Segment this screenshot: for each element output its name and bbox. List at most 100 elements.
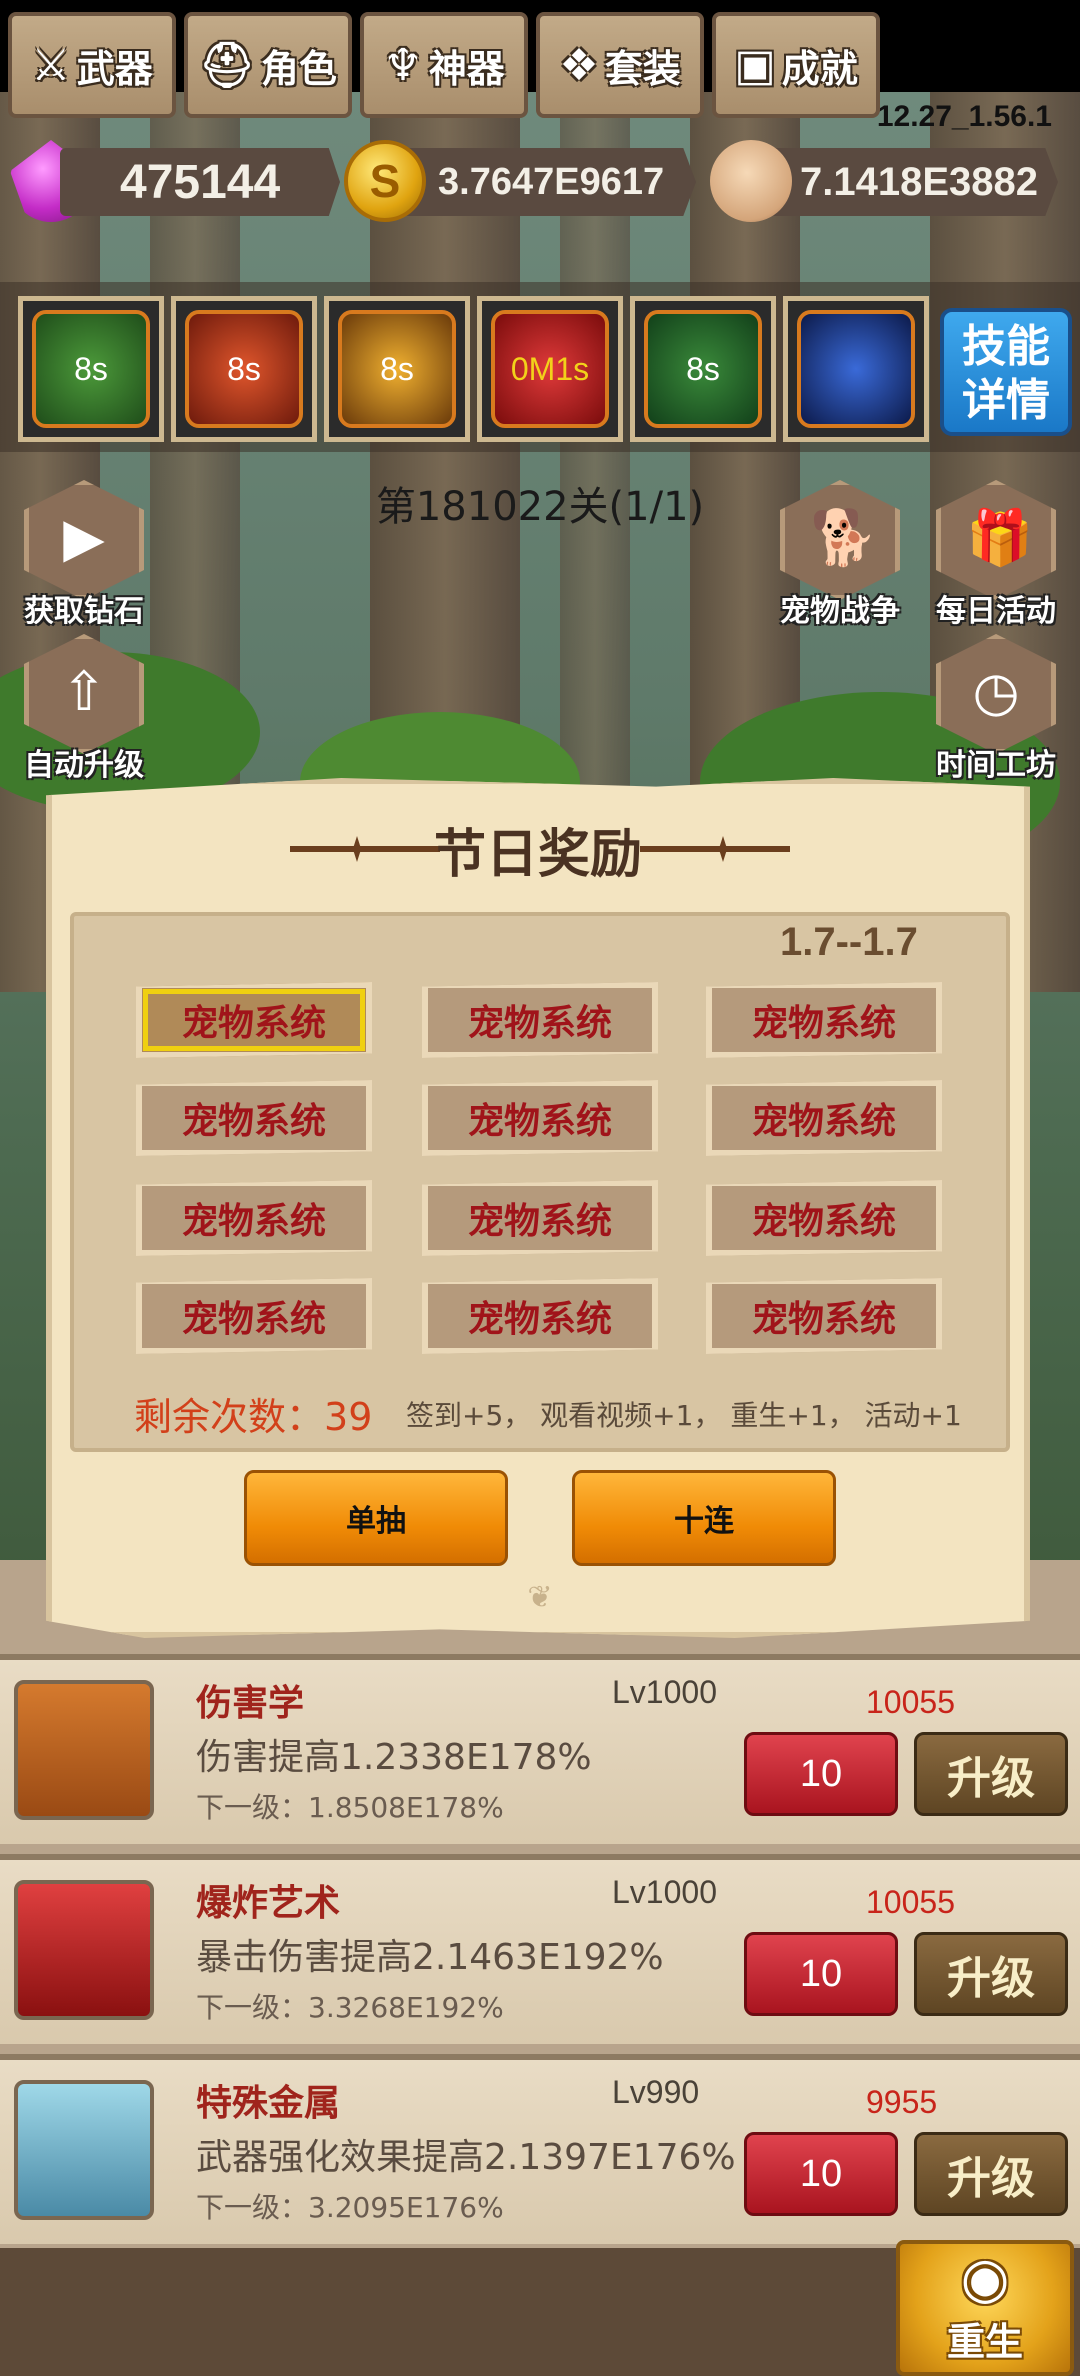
version-label: 12.27_1.56.1	[876, 100, 1052, 133]
skill-details-label: 技能 详情	[962, 321, 1050, 426]
nav-sets[interactable]: ❖ 套装	[536, 12, 704, 118]
upgrade-level: Lv990	[612, 2074, 700, 2110]
auto-upgrade-button[interactable]: ⇧ 自动升级	[14, 634, 154, 784]
reward-cell[interactable]: 宠物系统	[422, 982, 658, 1058]
skill-slot-1[interactable]: 8s	[18, 296, 164, 442]
reward-cell[interactable]: 宠物系统	[706, 982, 942, 1058]
upgrade-button[interactable]: 升级	[914, 2132, 1068, 2216]
skill-4-icon: 0M1s	[491, 310, 609, 428]
reward-cell[interactable]: 宠物系统	[422, 1080, 658, 1156]
skull-value: 7.1418E3882	[800, 159, 1039, 204]
upgrade-level: Lv1000	[612, 1674, 717, 1710]
upgrade-description: 伤害提高1.2338E178%	[196, 1737, 592, 1778]
scroll-icon: ▣	[734, 39, 776, 91]
diamond-value: 475144	[120, 155, 281, 209]
remaining-label: 剩余次数：	[134, 1395, 325, 1439]
reward-cell[interactable]: 宠物系统	[136, 1180, 372, 1256]
upgrade-next-level: 下一级：1.8508E178%	[196, 1791, 504, 1824]
skill-1-icon: 8s	[32, 310, 150, 428]
clock-icon: ◷	[972, 660, 1020, 723]
gift-icon: 🎁	[966, 506, 1034, 569]
daily-activity-label: 每日活动	[936, 594, 1056, 629]
dialog-title: 节日奖励	[433, 825, 642, 885]
reward-cell[interactable]: 宠物系统	[136, 982, 372, 1058]
skill-5-icon: 8s	[644, 310, 762, 428]
upgrade-count-button[interactable]: 10	[744, 1932, 898, 2016]
skill-3-cooldown: 8s	[380, 350, 414, 387]
skill-5-cooldown: 8s	[686, 350, 720, 387]
nav-character[interactable]: ⛑ 角色	[184, 12, 352, 118]
stage-label: 第181022关(1/1)	[375, 484, 705, 530]
game-screen: 12.27_1.56.1 475144 3.7647E9617 S 7.1418…	[0, 0, 1080, 2376]
single-draw-button[interactable]: 单抽	[244, 1470, 508, 1566]
upgrade-item-explosion: 爆炸艺术 Lv1000 暴击伤害提高2.1463E192% 下一级：3.3268…	[0, 1854, 1080, 2044]
nav-weapons[interactable]: ⚔ 武器	[8, 12, 176, 118]
nav-weapons-label: 武器	[76, 46, 153, 91]
ten-draw-button[interactable]: 十连	[572, 1470, 836, 1566]
reward-cell[interactable]: 宠物系统	[706, 1180, 942, 1256]
nav-artifacts-label: 神器	[428, 46, 505, 91]
nav-character-label: 角色	[260, 46, 337, 91]
rebirth-label: 重生	[946, 2320, 1023, 2364]
upgrade-button[interactable]: 升级	[914, 1732, 1068, 1816]
skill-details-button[interactable]: 技能 详情	[940, 308, 1072, 436]
upgrade-count-button[interactable]: 10	[744, 2132, 898, 2216]
rebirth-button[interactable]: ◉ 重生	[896, 2240, 1074, 2376]
reward-cell[interactable]: 宠物系统	[136, 1080, 372, 1156]
gold-value: 3.7647E9617	[438, 160, 665, 203]
upgrade-name: 伤害学	[196, 1683, 305, 1724]
time-workshop-button[interactable]: ◷ 时间工坊	[926, 634, 1066, 784]
skull-icon	[710, 140, 792, 222]
skill-slot-3[interactable]: 8s	[324, 296, 470, 442]
auto-upgrade-label: 自动升级	[24, 748, 144, 783]
upgrade-description: 暴击伤害提高2.1463E192%	[196, 1937, 664, 1978]
upgrade-name: 爆炸艺术	[196, 1883, 341, 1924]
upgrade-name: 特殊金属	[196, 2083, 341, 2124]
skill-6-icon	[797, 310, 915, 428]
reward-cell[interactable]: 宠物系统	[706, 1278, 942, 1354]
nav-artifacts[interactable]: ♆ 神器	[360, 12, 528, 118]
dog-icon: 🐕	[810, 506, 878, 569]
skill-slot-6[interactable]	[783, 296, 929, 442]
remaining-draws: 剩余次数：39	[134, 1386, 372, 1441]
skill-3-icon: 8s	[338, 310, 456, 428]
skill-4-cooldown: 0M1s	[510, 350, 590, 387]
nav-achievements-label: 成就	[781, 46, 858, 91]
armor-icon: ❖	[559, 39, 599, 91]
arrow-up-icon: ⇧	[61, 660, 107, 723]
get-diamonds-button[interactable]: ▶ 获取钻石	[14, 480, 154, 630]
upgrade-next-level: 下一级：3.2095E176%	[196, 2191, 504, 2224]
upgrade-cost: 10055	[866, 1684, 955, 1720]
draw-rules: 签到+5， 观看视频+1， 重生+1， 活动+1	[406, 1399, 962, 1432]
upgrade-item-metal: 特殊金属 Lv990 武器强化效果提高2.1397E176% 下一级：3.209…	[0, 2054, 1080, 2244]
dialog-footer-ornament-icon: ❦	[527, 1580, 553, 1615]
upgrade-cost: 9955	[866, 2084, 938, 2120]
skill-2-cooldown: 8s	[227, 350, 261, 387]
helmet-icon: ⛑	[199, 40, 255, 91]
skill-2-icon: 8s	[185, 310, 303, 428]
upgrade-count-button[interactable]: 10	[744, 1732, 898, 1816]
skill-slot-4[interactable]: 0M1s	[477, 296, 623, 442]
book-icon	[14, 1680, 154, 1820]
crossed-swords-icon: ⚔	[31, 39, 71, 91]
reward-cell[interactable]: 宠物系统	[422, 1180, 658, 1256]
daily-activity-button[interactable]: 🎁 每日活动	[926, 480, 1066, 630]
get-diamonds-label: 获取钻石	[24, 594, 144, 629]
time-workshop-label: 时间工坊	[936, 748, 1056, 783]
coin-symbol: S	[369, 155, 401, 207]
reward-cell[interactable]: 宠物系统	[422, 1278, 658, 1354]
upgrade-button[interactable]: 升级	[914, 1932, 1068, 2016]
reward-cell[interactable]: 宠物系统	[136, 1278, 372, 1354]
gold-coin-icon: S	[344, 140, 426, 222]
pet-war-button[interactable]: 🐕 宠物战争	[770, 480, 910, 630]
skill-slot-2[interactable]: 8s	[171, 296, 317, 442]
video-camera-icon: ▶	[63, 506, 105, 569]
diamond-counter: 475144	[60, 148, 340, 216]
reward-cell[interactable]: 宠物系统	[706, 1080, 942, 1156]
eye-flame-icon: ◉	[960, 2246, 1010, 2311]
upgrade-item-damage: 伤害学 Lv1000 伤害提高1.2338E178% 下一级：1.8508E17…	[0, 1654, 1080, 1844]
skill-slot-5[interactable]: 8s	[630, 296, 776, 442]
pet-war-label: 宠物战争	[780, 594, 900, 629]
nav-achievements[interactable]: ▣ 成就	[712, 12, 880, 118]
upgrade-level: Lv1000	[612, 1874, 717, 1910]
